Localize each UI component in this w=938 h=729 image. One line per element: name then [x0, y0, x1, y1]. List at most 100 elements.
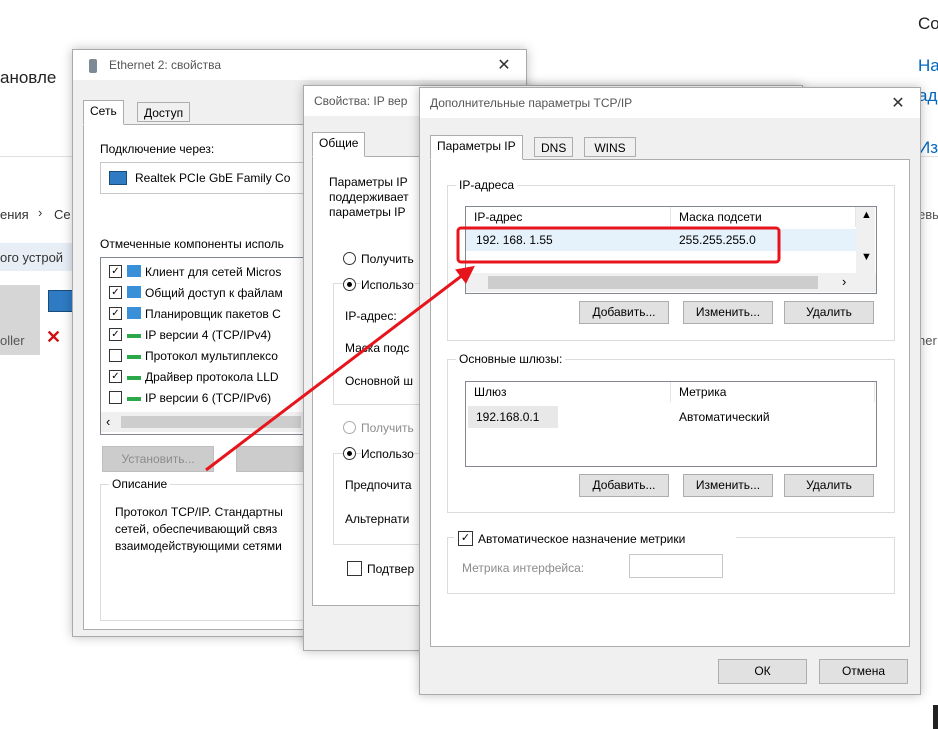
- metric-column-header[interactable]: Метрика: [671, 382, 875, 402]
- tab-network[interactable]: Сеть: [83, 100, 124, 125]
- remove-ip-button[interactable]: Удалить: [784, 301, 874, 324]
- auto-ip-radio[interactable]: [343, 252, 356, 265]
- scroll-thumb[interactable]: [121, 416, 301, 428]
- packet-scheduler-icon: [127, 307, 141, 319]
- ip-addresses-table[interactable]: IP-адрес Маска подсети 192. 168. 1.55 25…: [465, 206, 877, 294]
- ipv4-tabs: Общие: [312, 132, 412, 157]
- protocol-icon: [127, 334, 141, 338]
- mask-column-header[interactable]: Маска подсети: [671, 207, 856, 227]
- close-icon[interactable]: ✕: [494, 55, 514, 75]
- right-link-1[interactable]: На: [918, 56, 938, 76]
- tab-sharing[interactable]: Доступ: [137, 102, 191, 122]
- ip-address-cell: 192. 168. 1.55: [476, 233, 553, 247]
- advanced-titlebar: Дополнительные параметры TCP/IP ✕: [420, 88, 920, 118]
- corner-scroll-thumb: [933, 705, 938, 729]
- intro-line-2: поддерживает: [329, 190, 409, 204]
- add-ip-button[interactable]: Добавить...: [579, 301, 669, 324]
- validate-label: Подтвер: [367, 562, 415, 576]
- component-label: Планировщик пакетов С: [145, 307, 281, 321]
- ip-table-vertical-scrollbar[interactable]: ▲ ▼: [856, 207, 875, 273]
- adapter-tile-text: oller: [0, 333, 25, 348]
- gateways-table[interactable]: Шлюз Метрика 192.168.0.1 Автоматический: [465, 381, 877, 467]
- ip-column-header[interactable]: IP-адрес: [466, 207, 671, 227]
- disabled-x-icon: ✕: [46, 327, 62, 347]
- scroll-left-icon[interactable]: ‹: [106, 414, 110, 429]
- scroll-down-icon[interactable]: ▼: [861, 251, 872, 263]
- metric-cell: Автоматический: [679, 410, 770, 424]
- ip-addresses-legend: IP-адреса: [456, 178, 518, 192]
- connect-via-label: Подключение через:: [100, 142, 215, 156]
- component-label: Протокол мультиплексо: [145, 349, 278, 363]
- edit-ip-button[interactable]: Изменить...: [683, 301, 773, 324]
- gateway-column-header[interactable]: Шлюз: [466, 382, 671, 402]
- auto-metric-checkbox[interactable]: ✓: [458, 531, 473, 546]
- tab-ip-settings[interactable]: Параметры IP: [430, 135, 523, 160]
- interface-metric-input[interactable]: [629, 554, 723, 578]
- file-sharing-icon: [127, 286, 141, 298]
- component-label: IP версии 6 (TCP/IPv6): [145, 391, 272, 405]
- auto-dns-radio[interactable]: [343, 421, 356, 434]
- advanced-tab-panel: IP-адреса IP-адрес Маска подсети 192. 16…: [430, 159, 910, 647]
- preferred-dns-label: Предпочита: [345, 478, 412, 492]
- breadcrumb-text: ения: [0, 207, 29, 222]
- tab-general[interactable]: Общие: [312, 132, 366, 157]
- alternate-dns-label: Альтернати: [345, 512, 410, 526]
- component-checkbox[interactable]: ✓: [109, 286, 122, 299]
- scroll-right-icon[interactable]: ›: [842, 274, 846, 289]
- manual-dns-radio[interactable]: [343, 447, 356, 460]
- component-checkbox[interactable]: ✓: [109, 307, 122, 320]
- auto-ip-label: Получить: [361, 252, 414, 266]
- intro-line-3: параметры IP: [329, 205, 406, 219]
- network-adapter-icon: [109, 171, 127, 185]
- gateways-legend: Основные шлюзы:: [456, 352, 566, 366]
- component-checkbox[interactable]: [109, 349, 122, 362]
- advanced-tabs: Параметры IP DNS WINS: [430, 135, 730, 160]
- breadcrumb-text-2: Се: [54, 207, 71, 222]
- components-label: Отмеченные компоненты исполь: [100, 237, 284, 251]
- protocol-icon: [127, 376, 141, 380]
- component-checkbox[interactable]: ✓: [109, 370, 122, 383]
- component-label: Общий доступ к файлам: [145, 286, 283, 300]
- subnet-mask-label: Маска подс: [345, 341, 410, 355]
- right-text-evy: евы: [918, 207, 938, 222]
- right-link-3[interactable]: Из: [918, 138, 938, 158]
- component-label: Драйвер протокола LLD: [145, 370, 279, 384]
- validate-checkbox[interactable]: [347, 561, 362, 576]
- network-adapter-icon: [48, 290, 74, 312]
- remove-gateway-button[interactable]: Удалить: [784, 474, 874, 497]
- manual-dns-label: Использо: [361, 447, 414, 461]
- add-gateway-button[interactable]: Добавить...: [579, 474, 669, 497]
- table-row[interactable]: 192. 168. 1.55 255.255.255.0: [466, 229, 856, 251]
- ok-button[interactable]: ОК: [718, 659, 807, 684]
- metric-group: ✓ Автоматическое назначение метрики Метр…: [447, 528, 895, 594]
- auto-dns-label: Получить: [361, 421, 414, 435]
- scroll-up-icon[interactable]: ▲: [861, 209, 872, 221]
- gateways-group: Основные шлюзы: Шлюз Метрика 192.168.0.1…: [447, 352, 895, 513]
- close-icon[interactable]: ✕: [888, 93, 908, 113]
- ip-addresses-group: IP-адреса IP-адрес Маска подсети 192. 16…: [447, 178, 895, 341]
- gateway-cell: 192.168.0.1: [476, 410, 540, 424]
- table-row[interactable]: 192.168.0.1 Автоматический: [466, 406, 876, 428]
- component-label: IP версии 4 (TCP/IPv4): [145, 328, 272, 342]
- network-adapter-title-icon: [89, 59, 97, 73]
- adapter-name: Realtek PCIe GbE Family Co: [135, 171, 291, 185]
- ip-table-horizontal-scrollbar[interactable]: ›: [466, 273, 876, 292]
- component-checkbox[interactable]: [109, 391, 122, 404]
- subnet-mask-cell: 255.255.255.0: [679, 233, 756, 247]
- install-partial-text: ановле: [0, 68, 57, 87]
- cancel-button[interactable]: Отмена: [819, 659, 908, 684]
- tab-dns[interactable]: DNS: [534, 137, 574, 157]
- manual-ip-radio[interactable]: [343, 278, 356, 291]
- default-gateway-label: Основной ш: [345, 374, 413, 388]
- component-checkbox[interactable]: ✓: [109, 328, 122, 341]
- install-button[interactable]: Установить...: [102, 446, 214, 472]
- scroll-thumb[interactable]: [488, 276, 818, 289]
- manual-ip-label: Использо: [361, 278, 414, 292]
- description-line-2: сетей, обеспечивающий связ: [115, 522, 278, 536]
- edit-gateway-button[interactable]: Изменить...: [683, 474, 773, 497]
- ip-address-label: IP-адрес:: [345, 309, 397, 323]
- tab-wins[interactable]: WINS: [584, 137, 636, 157]
- protocol-icon: [127, 355, 141, 359]
- advanced-tcpip-window: Дополнительные параметры TCP/IP ✕ Параме…: [419, 87, 921, 695]
- component-checkbox[interactable]: ✓: [109, 265, 122, 278]
